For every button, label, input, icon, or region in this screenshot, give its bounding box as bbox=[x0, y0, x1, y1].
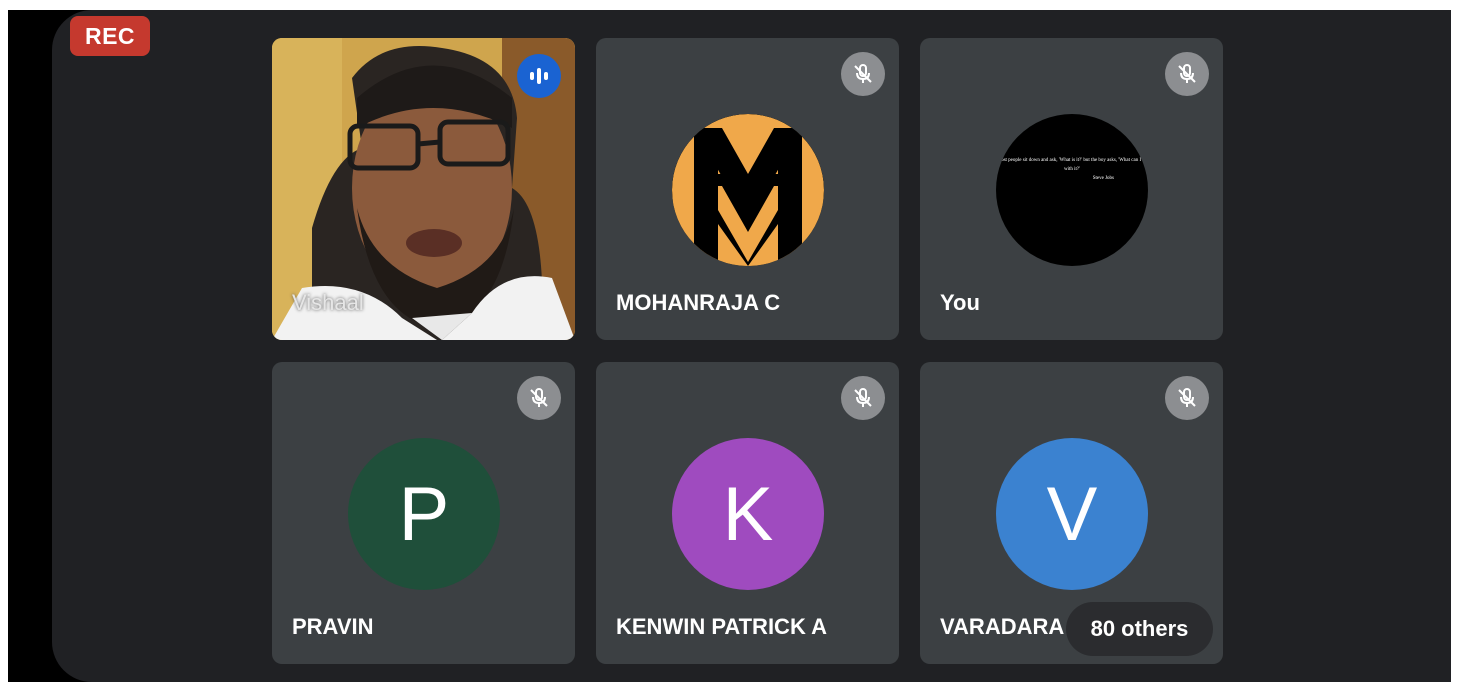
mic-off-icon bbox=[1165, 52, 1209, 96]
participant-tile-vishaal[interactable]: Vishaal bbox=[272, 38, 575, 340]
mic-off-icon bbox=[841, 52, 885, 96]
avatar-initial: K bbox=[672, 438, 824, 590]
participant-name: MOHANRAJA C bbox=[616, 290, 781, 315]
others-button[interactable]: 80 others bbox=[1066, 602, 1213, 656]
speaking-indicator-icon bbox=[517, 54, 561, 98]
participant-name: You bbox=[940, 290, 980, 315]
avatar-initial: P bbox=[348, 438, 500, 590]
profile-image: Most people sit down and ask, 'What is i… bbox=[996, 114, 1148, 266]
profile-quote: Most people sit down and ask, 'What is i… bbox=[996, 158, 1148, 181]
mic-off-icon bbox=[517, 376, 561, 420]
recording-badge: REC bbox=[70, 16, 150, 56]
mic-off-icon bbox=[841, 376, 885, 420]
mic-off-icon bbox=[1165, 376, 1209, 420]
participant-tile-you[interactable]: Most people sit down and ask, 'What is i… bbox=[920, 38, 1223, 340]
m-monogram-icon bbox=[672, 114, 824, 266]
participant-tile-kenwin[interactable]: K KENWIN PATRICK A bbox=[596, 362, 899, 664]
participant-name: Vishaal bbox=[292, 290, 364, 315]
participant-name: PRAVIN bbox=[292, 614, 374, 639]
participant-tile-mohanraja[interactable]: MOHANRAJA C bbox=[596, 38, 899, 340]
avatar-initial: V bbox=[996, 438, 1148, 590]
participant-name: KENWIN PATRICK A bbox=[616, 614, 828, 639]
participant-tile-pravin[interactable]: P PRAVIN bbox=[272, 362, 575, 664]
participant-name: VARADARA bbox=[940, 614, 1065, 639]
